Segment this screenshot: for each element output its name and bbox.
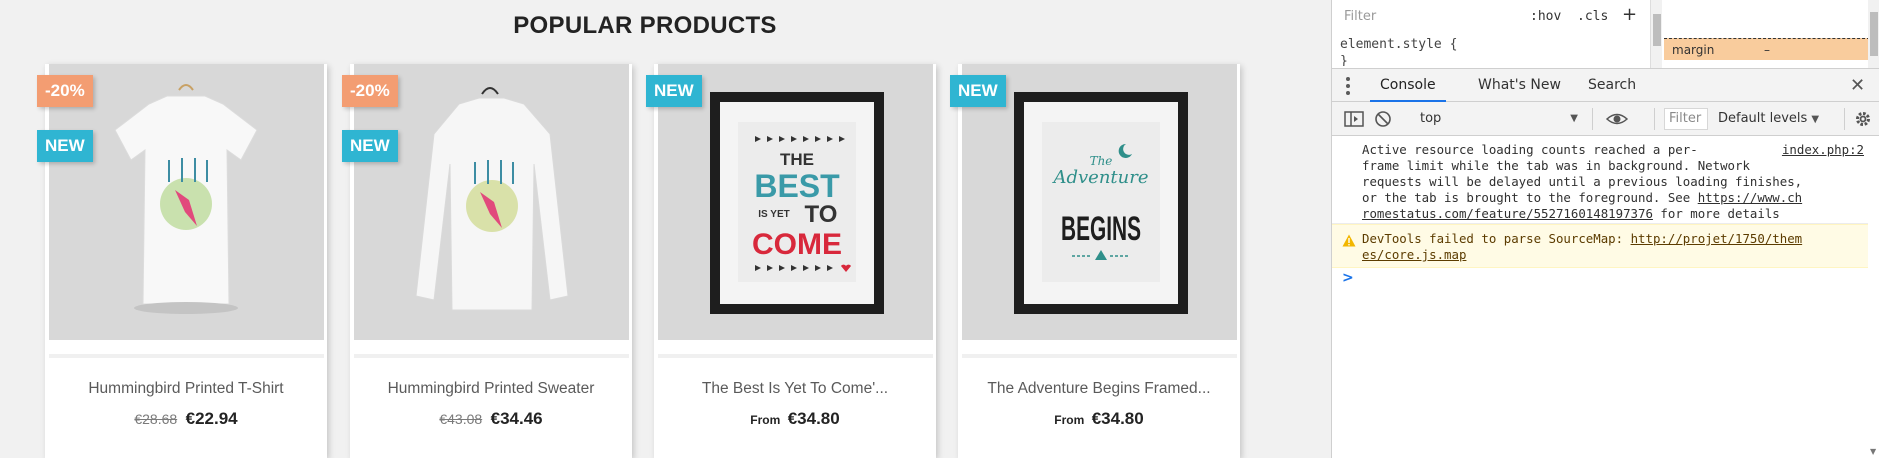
price-row: From €34.80: [654, 409, 936, 429]
element-style-rule[interactable]: element.style {: [1340, 37, 1457, 52]
poster-word: THE: [780, 150, 814, 169]
poster-word: BEST: [754, 168, 840, 204]
price: €34.80: [787, 409, 840, 428]
message-line: or the tab is brought to the foreground.…: [1362, 190, 1698, 205]
price-row: From €34.80: [958, 409, 1240, 429]
eye-icon[interactable]: [1606, 110, 1628, 128]
section-title: POPULAR PRODUCTS: [513, 12, 777, 39]
poster-word: COME: [752, 228, 842, 261]
chromestatus-link[interactable]: romestatus.com/feature/5527160148197376: [1362, 206, 1653, 221]
discount-flag: -20%: [37, 75, 93, 107]
product-name[interactable]: Hummingbird Printed T-Shirt: [45, 380, 327, 398]
divider: [49, 354, 324, 358]
new-flag: NEW: [37, 130, 93, 162]
gear-icon[interactable]: [1854, 110, 1872, 128]
regular-price: €28.68: [134, 411, 178, 427]
divider: [1654, 108, 1655, 130]
box-model-pane: margin –: [1662, 0, 1870, 68]
poster-word: Adventure: [1051, 167, 1148, 188]
new-flag: NEW: [646, 75, 702, 107]
more-options-icon[interactable]: [1346, 77, 1350, 95]
poster-word: BEGINS: [1061, 210, 1141, 248]
margin-value[interactable]: –: [1764, 39, 1770, 61]
chevron-down-icon: ▼: [1811, 114, 1820, 125]
context-value: top: [1420, 111, 1442, 126]
divider: [1592, 108, 1593, 130]
product-card[interactable]: THE BEST IS YET TO COME NEW The Best Is …: [646, 64, 936, 458]
scroll-down-icon[interactable]: ▼: [1870, 447, 1876, 456]
console-prompt-icon[interactable]: >: [1342, 270, 1354, 286]
console-scrollbar[interactable]: ▼: [1868, 136, 1879, 458]
price-prefix: From: [750, 413, 781, 427]
console-message-warning: DevTools failed to parse SourceMap: http…: [1332, 224, 1868, 268]
poster-word: TO: [805, 201, 838, 228]
price-row: €43.08 €34.46: [350, 409, 632, 429]
sourcemap-link[interactable]: es/core.js.map: [1362, 247, 1466, 262]
margin-label: margin: [1672, 43, 1715, 57]
element-style-close: }: [1340, 54, 1348, 66]
tab-search[interactable]: Search: [1578, 69, 1646, 102]
warning-icon: [1342, 234, 1356, 247]
new-flag: NEW: [342, 130, 398, 162]
chevron-down-icon: ▼: [1570, 113, 1578, 124]
price: €34.80: [1091, 409, 1144, 428]
warning-text: DevTools failed to parse SourceMap:: [1362, 231, 1631, 246]
discount-flag: -20%: [342, 75, 398, 107]
log-levels-select[interactable]: Default levels ▼: [1718, 110, 1819, 129]
console-filter-input[interactable]: Filter: [1664, 108, 1708, 130]
price: €34.46: [490, 409, 543, 428]
box-model-scrollbar[interactable]: [1868, 0, 1879, 68]
product-card[interactable]: The Adventure BEGINS NEW The Adventure B…: [950, 64, 1240, 458]
console-messages: index.php:2 Active resource loading coun…: [1332, 136, 1879, 458]
divider: [962, 354, 1237, 358]
console-toolbar: top ▼ Filter Default levels ▼: [1332, 102, 1879, 136]
message-suffix: for more details: [1652, 206, 1780, 221]
message-line: requests will be delayed until a previou…: [1362, 174, 1803, 189]
screen: POPULAR PRODUCTS -20% NEW Hummingbird Pr…: [0, 0, 1879, 458]
new-style-rule-button[interactable]: +: [1622, 4, 1637, 25]
tab-whats-new[interactable]: What's New: [1468, 69, 1571, 102]
price-prefix: From: [1054, 413, 1085, 427]
product-card[interactable]: -20% NEW Hummingbird Printed T-Shirt €28…: [37, 64, 327, 458]
sourcemap-link[interactable]: http://projet/1750/them: [1631, 231, 1803, 246]
message-source-link[interactable]: index.php:2: [1775, 142, 1864, 158]
console-message-info: index.php:2 Active resource loading coun…: [1332, 140, 1868, 224]
styles-scrollbar[interactable]: [1650, 0, 1662, 68]
product-name[interactable]: The Adventure Begins Framed...: [958, 380, 1240, 398]
tab-console[interactable]: Console: [1370, 69, 1446, 102]
drawer-tabbar: Console What's New Search ✕: [1332, 68, 1879, 102]
hov-button[interactable]: :hov: [1530, 9, 1561, 24]
scrollbar-thumb[interactable]: [1870, 12, 1878, 56]
poster-word: IS YET: [758, 209, 790, 220]
styles-pane: Filter :hov .cls + element.style { }: [1332, 0, 1656, 68]
divider: [1844, 108, 1845, 130]
product-card[interactable]: -20% NEW Hummingbird Printed Sweater €43…: [342, 64, 632, 458]
poster-word: The: [1090, 154, 1113, 168]
close-drawer-icon[interactable]: ✕: [1850, 75, 1865, 96]
shop-page: POPULAR PRODUCTS -20% NEW Hummingbird Pr…: [0, 0, 1331, 458]
product-name[interactable]: The Best Is Yet To Come'...: [654, 380, 936, 398]
product-list: -20% NEW Hummingbird Printed T-Shirt €28…: [0, 64, 1331, 458]
log-levels-label: Default levels: [1718, 111, 1808, 126]
chromestatus-link[interactable]: https://www.ch: [1698, 190, 1802, 205]
divider: [354, 354, 629, 358]
devtools-panel: Filter :hov .cls + element.style { } mar…: [1331, 0, 1879, 458]
message-line: frame limit while the tab was in backgro…: [1362, 158, 1750, 173]
context-select[interactable]: top ▼: [1412, 110, 1582, 128]
divider: [658, 354, 933, 358]
new-flag: NEW: [950, 75, 1006, 107]
product-name[interactable]: Hummingbird Printed Sweater: [350, 380, 632, 398]
price: €22.94: [185, 409, 238, 428]
price-row: €28.68 €22.94: [45, 409, 327, 429]
scrollbar-thumb[interactable]: [1653, 14, 1661, 46]
sidebar-toggle-icon[interactable]: [1344, 110, 1364, 128]
margin-box[interactable]: margin –: [1664, 38, 1870, 60]
regular-price: €43.08: [439, 411, 483, 427]
clear-console-icon[interactable]: [1374, 110, 1392, 128]
styles-filter-input[interactable]: Filter: [1342, 6, 1512, 28]
cls-button[interactable]: .cls: [1577, 9, 1608, 24]
